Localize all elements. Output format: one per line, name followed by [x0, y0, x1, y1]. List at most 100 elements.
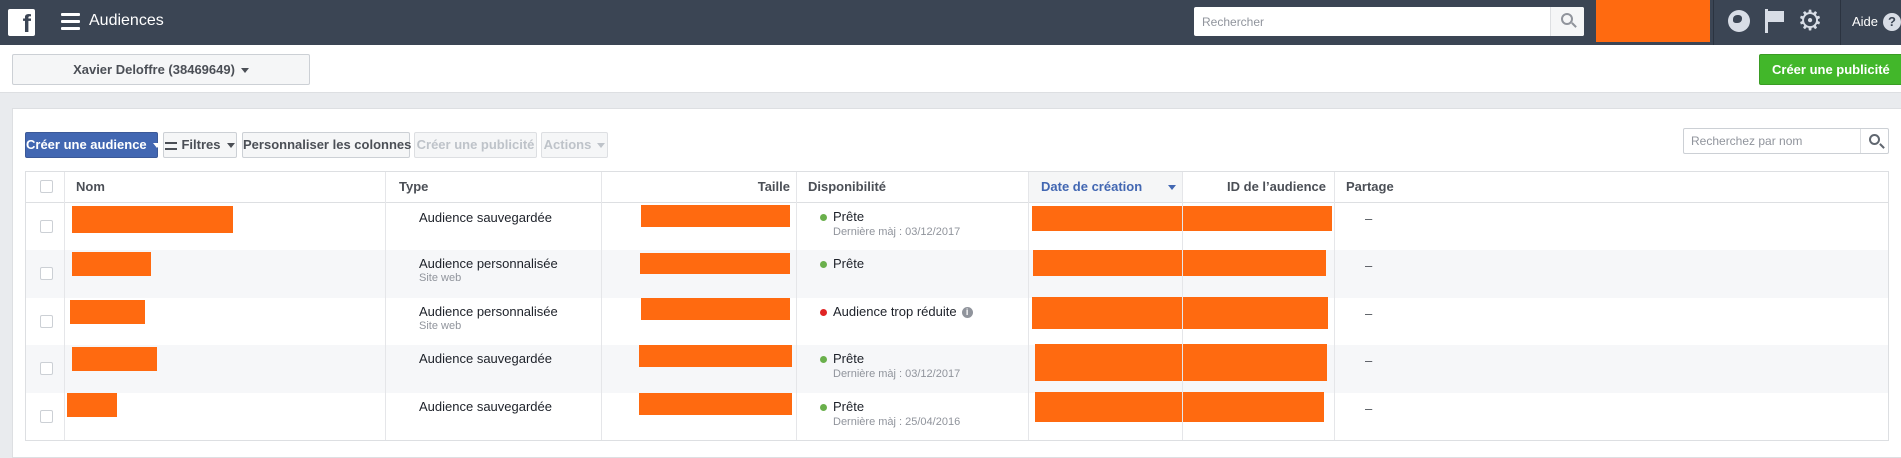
column-divider [1334, 172, 1335, 440]
account-name: Xavier Deloffre (38469649) [73, 62, 235, 77]
column-header-sharing[interactable]: Partage [1346, 172, 1394, 202]
divider [1840, 0, 1841, 45]
redacted-size [641, 297, 790, 320]
sharing-value: – [1365, 305, 1373, 321]
account-selector[interactable]: Xavier Deloffre (38469649) [12, 54, 310, 85]
search-icon [1869, 134, 1880, 145]
global-search-input[interactable] [1194, 7, 1550, 36]
name-search-button[interactable] [1860, 129, 1888, 153]
account-bar: Xavier Deloffre (38469649) Créer une pub… [0, 45, 1901, 93]
column-divider [385, 172, 386, 440]
menu-icon[interactable] [61, 13, 80, 30]
actions-button[interactable]: Actions [541, 132, 608, 158]
caret-down-icon [240, 68, 249, 74]
status-dot [820, 356, 827, 364]
search-icon [1561, 13, 1573, 25]
column-header-audience-id[interactable]: ID de l’audience [1182, 172, 1326, 202]
availability-status: Audience trop réduite i [833, 304, 973, 319]
redacted-size [639, 345, 792, 368]
divider [1713, 0, 1714, 45]
redacted-date-and-id [1032, 296, 1328, 329]
redacted-size [639, 392, 792, 415]
create-ad-button-header[interactable]: Créer une publicité [1759, 54, 1901, 85]
global-search [1194, 7, 1584, 36]
table-row[interactable]: Audience sauvegardée Prête Dernière màj … [26, 203, 1888, 250]
availability-status: Prête [833, 351, 865, 367]
status-dot [820, 403, 827, 411]
globe-icon[interactable] [1728, 10, 1750, 32]
redacted-date-and-id [1035, 391, 1324, 422]
customize-columns-button[interactable]: Personnaliser les colonnes [242, 132, 426, 158]
availability-status: Prête [833, 398, 865, 414]
name-search [1683, 128, 1889, 154]
row-checkbox[interactable] [40, 267, 53, 281]
filters-label: Filtres [181, 137, 221, 152]
column-header-size[interactable]: Taille [602, 172, 790, 202]
availability-status: Prête [833, 256, 865, 272]
sharing-value: – [1365, 353, 1373, 369]
last-update: Dernière màj : 03/12/2017 [833, 368, 961, 381]
caret-down-icon [597, 143, 606, 149]
last-update: Dernière màj : 25/04/2016 [833, 415, 961, 428]
create-ad-button-toolbar[interactable]: Créer une publicité [414, 132, 537, 158]
create-audience-label: Créer une audience [26, 137, 147, 152]
redacted-size [640, 253, 790, 275]
app-title: Audiences [89, 12, 164, 29]
column-divider [64, 172, 65, 440]
row-checkbox[interactable] [40, 409, 53, 423]
status-dot [820, 308, 827, 316]
redacted-date-and-id [1035, 344, 1327, 382]
audiences-panel: Créer une audience Filtres Personnaliser… [12, 108, 1901, 458]
flag-icon[interactable] [1763, 9, 1785, 33]
global-search-button[interactable] [1550, 7, 1584, 36]
status-dot [820, 261, 827, 269]
column-header-created[interactable]: Date de création [1029, 172, 1182, 202]
status-dot [820, 214, 827, 221]
table-header: Nom Type Taille Disponibilité Date de cr… [26, 172, 1888, 203]
redacted-size [641, 205, 790, 227]
column-divider [796, 172, 797, 440]
audience-type: Audience personnalisée [419, 303, 558, 319]
column-divider [1182, 172, 1183, 440]
redacted-date-and-id [1033, 250, 1326, 277]
table-row[interactable]: Audience personnalisée Site web Audience… [26, 296, 1888, 345]
row-checkbox[interactable] [40, 362, 53, 376]
info-icon[interactable]: i [961, 306, 973, 318]
audiences-table: Nom Type Taille Disponibilité Date de cr… [25, 171, 1889, 441]
filters-button[interactable]: Filtres [163, 132, 237, 158]
redacted-profile-area [1596, 0, 1710, 42]
top-bar: f Audiences ⚙ Aide ? [0, 0, 1901, 45]
availability-status-text: Audience trop réduite [833, 303, 957, 319]
create-audience-button[interactable]: Créer une audience [25, 132, 161, 158]
gear-icon[interactable]: ⚙ [1796, 7, 1824, 35]
caret-down-icon [152, 143, 161, 149]
column-header-type[interactable]: Type [399, 172, 428, 202]
column-header-availability[interactable]: Disponibilité [808, 172, 886, 202]
row-checkbox[interactable] [40, 314, 53, 328]
audience-type: Audience sauvegardée [419, 398, 552, 414]
actions-label: Actions [543, 137, 592, 152]
column-divider [1028, 172, 1029, 440]
column-header-name[interactable]: Nom [76, 172, 105, 202]
caret-down-icon [226, 143, 235, 149]
table-row[interactable]: Audience sauvegardée Prête Dernière màj … [26, 344, 1888, 393]
audience-subtype: Site web [419, 272, 462, 285]
audience-subtype: Site web [419, 319, 462, 332]
help-icon[interactable]: ? [1883, 13, 1901, 31]
name-search-input[interactable] [1684, 129, 1862, 153]
column-divider [601, 172, 602, 440]
redacted-name [70, 299, 145, 324]
last-update: Dernière màj : 03/12/2017 [833, 226, 961, 238]
row-checkbox[interactable] [40, 220, 53, 233]
filter-icon [165, 141, 178, 150]
audience-type: Audience sauvegardée [419, 210, 552, 225]
audience-type: Audience sauvegardée [419, 351, 552, 367]
help-link[interactable]: Aide [1852, 14, 1878, 29]
audience-type: Audience personnalisée [419, 256, 558, 272]
facebook-logo-icon[interactable]: f [8, 9, 35, 36]
customize-columns-label: Personnaliser les colonnes [243, 137, 412, 152]
table-row[interactable]: Audience sauvegardée Prête Dernière màj … [26, 391, 1888, 440]
select-all-checkbox[interactable] [40, 180, 53, 193]
sort-descending-icon [1168, 185, 1176, 190]
table-row[interactable]: Audience personnalisée Site web Prête – [26, 250, 1888, 298]
